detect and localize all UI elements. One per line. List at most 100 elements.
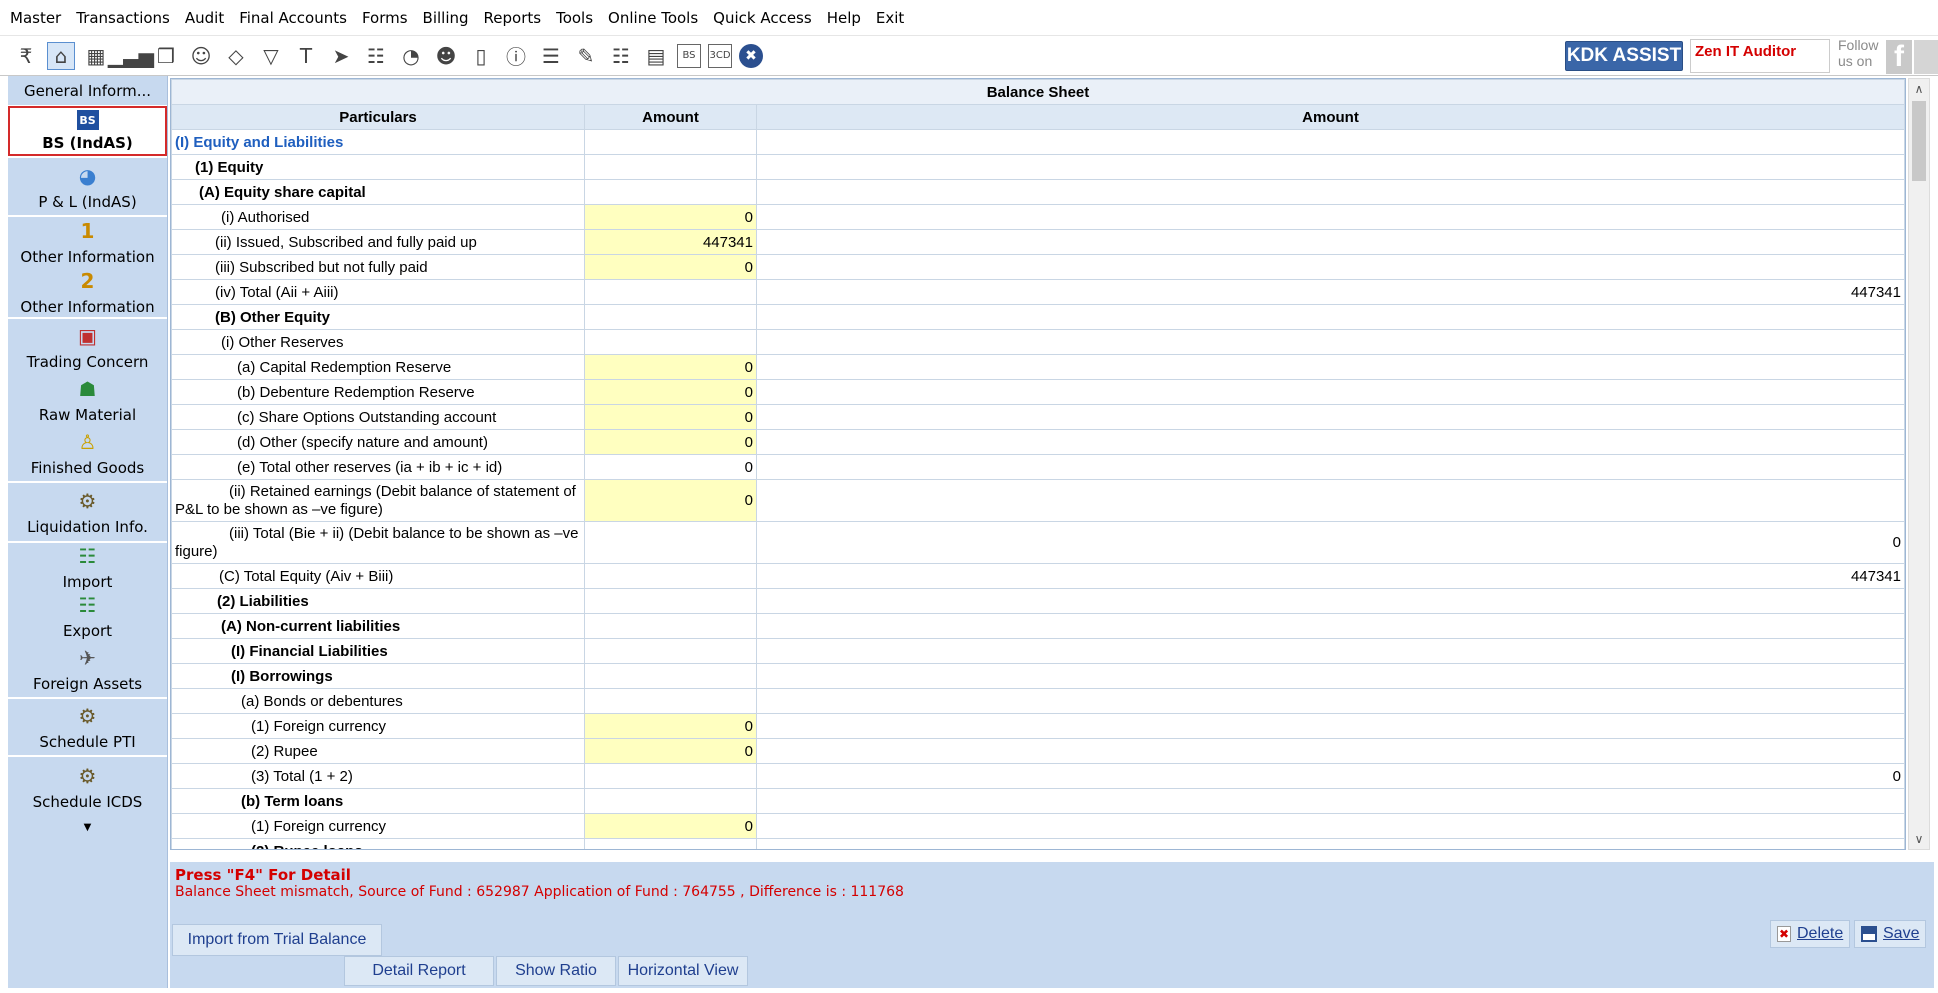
row-amount-input bbox=[584, 788, 757, 814]
menu-item-online-tools[interactable]: Online Tools bbox=[608, 9, 698, 27]
menu-item-audit[interactable]: Audit bbox=[185, 9, 224, 27]
row-amount-total bbox=[756, 638, 1905, 664]
bar-chart-icon[interactable]: ▁▃▅ bbox=[108, 42, 154, 70]
table-row: (B) Other Equity bbox=[171, 304, 1905, 330]
follow-us-label: Follow us on bbox=[1838, 37, 1888, 75]
import-trial-balance-button[interactable]: Import from Trial Balance bbox=[172, 924, 382, 956]
save-button[interactable]: Save bbox=[1854, 920, 1927, 948]
sidebar-item-other-information[interactable]: 1 Other Information bbox=[8, 217, 167, 267]
sidebar-item-foreign-assets[interactable]: ✈ Foreign Assets bbox=[8, 641, 167, 697]
forward-icon[interactable]: ➤ bbox=[327, 42, 355, 70]
row-amount-input[interactable]: 0 bbox=[584, 429, 757, 455]
liquidation-icon: ⚙ bbox=[78, 489, 97, 513]
scroll-down-icon[interactable]: ∨ bbox=[1909, 829, 1929, 849]
table-row: (i) Authorised 0 bbox=[171, 204, 1905, 230]
kdk-assist-button[interactable]: KDK ASSIST bbox=[1565, 41, 1683, 71]
row-particulars: (ii) Issued, Subscribed and fully paid u… bbox=[171, 229, 585, 255]
row-particulars: (1) Foreign currency bbox=[171, 713, 585, 739]
scroll-thumb[interactable] bbox=[1912, 101, 1926, 181]
table-row: (2) Rupee loans bbox=[171, 838, 1905, 849]
row-amount-input[interactable]: 0 bbox=[584, 254, 757, 280]
sidebar-item-liquidation-info[interactable]: ⚙ Liquidation Info. bbox=[8, 483, 167, 541]
menu-item-transactions[interactable]: Transactions bbox=[76, 9, 170, 27]
info-icon[interactable]: ⓘ bbox=[502, 42, 530, 70]
sidebar-item-p-l-indas[interactable]: ◕ P & L (IndAS) bbox=[8, 158, 167, 215]
menu-item-tools[interactable]: Tools bbox=[556, 9, 593, 27]
menu-item-billing[interactable]: Billing bbox=[423, 9, 469, 27]
menu-item-final-accounts[interactable]: Final Accounts bbox=[239, 9, 347, 27]
twitter-icon[interactable] bbox=[1914, 40, 1938, 74]
people-icon[interactable]: ☺ bbox=[187, 42, 215, 70]
row-amount-input[interactable]: 0 bbox=[584, 813, 757, 839]
row-amount-input[interactable]: 0 bbox=[584, 354, 757, 380]
us-on-text: us on bbox=[1838, 53, 1873, 69]
zen-it-auditor-box[interactable]: Zen IT Auditor bbox=[1690, 39, 1830, 73]
menu-item-help[interactable]: Help bbox=[827, 9, 861, 27]
row-amount-input[interactable]: 0 bbox=[584, 479, 757, 522]
schedule-pti-icon: ⚙ bbox=[78, 704, 97, 728]
sidebar-item-export[interactable]: ☷ Export bbox=[8, 591, 167, 641]
row-amount-input[interactable]: 0 bbox=[584, 379, 757, 405]
menu-item-exit[interactable]: Exit bbox=[876, 9, 904, 27]
tag-icon[interactable]: ◇ bbox=[222, 42, 250, 70]
row-amount-input[interactable]: 0 bbox=[584, 404, 757, 430]
row-amount-input[interactable]: 0 bbox=[584, 738, 757, 764]
col-amount-1: Amount bbox=[584, 104, 757, 130]
calculator-grid-icon[interactable]: ▦ bbox=[82, 42, 110, 70]
menu-item-master[interactable]: Master bbox=[10, 9, 61, 27]
number-1-icon: 1 bbox=[80, 219, 95, 243]
tax-icon[interactable]: T bbox=[292, 42, 320, 70]
trading-icon: ▣ bbox=[78, 324, 97, 348]
grid-scrollbar[interactable]: ∧ ∨ bbox=[1908, 78, 1930, 850]
list-icon[interactable]: ☷ bbox=[362, 42, 390, 70]
show-ratio-button[interactable]: Show Ratio bbox=[496, 956, 616, 986]
sidebar-item-bs-indas[interactable]: BS BS (IndAS) bbox=[8, 106, 167, 156]
edit-report-icon[interactable]: ✎ bbox=[572, 42, 600, 70]
sidebar-item-trading-concern[interactable]: ▣ Trading Concern bbox=[8, 319, 167, 375]
table-row: (2) Liabilities bbox=[171, 588, 1905, 614]
sidebar-item-label: Trading Concern bbox=[26, 353, 149, 371]
sidebar-more-icon[interactable]: ▼ bbox=[8, 817, 167, 837]
tablet-icon[interactable]: ▯ bbox=[467, 42, 495, 70]
row-amount-input bbox=[584, 129, 757, 155]
table-row: (a) Bonds or debentures bbox=[171, 688, 1905, 714]
filter-icon[interactable]: ▽ bbox=[257, 42, 285, 70]
pay-icon[interactable]: ☻ bbox=[432, 42, 460, 70]
row-amount-input[interactable]: 0 bbox=[584, 204, 757, 230]
sidebar-item-raw-material[interactable]: ☗ Raw Material bbox=[8, 375, 167, 425]
home-icon[interactable]: ⌂ bbox=[47, 41, 75, 70]
bs-icon[interactable]: BS bbox=[677, 43, 701, 68]
3cd-icon[interactable]: 3CD bbox=[708, 43, 732, 68]
sidebar-item-label: P & L (IndAS) bbox=[38, 192, 137, 211]
row-amount-input[interactable]: 0 bbox=[584, 713, 757, 739]
sidebar-item-other-information-2[interactable]: 2 Other Information bbox=[8, 267, 167, 317]
col-amount-2: Amount bbox=[756, 104, 1905, 130]
sidebar-item-import[interactable]: ☷ Import bbox=[8, 543, 167, 591]
sidebar-item-finished-goods[interactable]: ♙ Finished Goods bbox=[8, 425, 167, 481]
table-row: (iv) Total (Aii + Aiii) 447341 bbox=[171, 279, 1905, 305]
sidebar-header[interactable]: General Inform... bbox=[8, 76, 167, 106]
scroll-up-icon[interactable]: ∧ bbox=[1909, 79, 1929, 99]
row-amount-input[interactable]: 447341 bbox=[584, 229, 757, 255]
delete-button[interactable]: ✖ Delete bbox=[1770, 920, 1851, 948]
pie-icon[interactable]: ◔ bbox=[397, 42, 425, 70]
detail-report-button[interactable]: Detail Report bbox=[344, 956, 494, 986]
menu-item-reports[interactable]: Reports bbox=[484, 9, 542, 27]
row-amount-total bbox=[756, 179, 1905, 205]
menu-item-quick-access[interactable]: Quick Access bbox=[713, 9, 812, 27]
facebook-icon[interactable]: f bbox=[1886, 40, 1912, 74]
menu-item-forms[interactable]: Forms bbox=[362, 9, 408, 27]
sidebar-item-schedule-icds[interactable]: ⚙ Schedule ICDS bbox=[8, 757, 167, 817]
close-icon[interactable]: ✖ bbox=[739, 43, 763, 68]
folder-icon[interactable]: ▤ bbox=[642, 42, 670, 70]
horizontal-view-button[interactable]: Horizontal View bbox=[618, 956, 748, 986]
report-icon[interactable]: ☰ bbox=[537, 42, 565, 70]
table-row: (ii) Retained earnings (Debit balance of… bbox=[171, 479, 1905, 522]
raw-material-icon: ☗ bbox=[78, 377, 97, 401]
gift-icon[interactable]: ❒ bbox=[152, 42, 180, 70]
row-particulars: (2) Liabilities bbox=[171, 588, 585, 614]
sidebar-item-schedule-pti[interactable]: ⚙ Schedule PTI bbox=[8, 699, 167, 755]
rupee-icon[interactable]: ₹ bbox=[12, 42, 40, 70]
calendar-icon[interactable]: ☷ bbox=[607, 42, 635, 70]
sidebar-item-label: Schedule ICDS bbox=[32, 793, 143, 811]
